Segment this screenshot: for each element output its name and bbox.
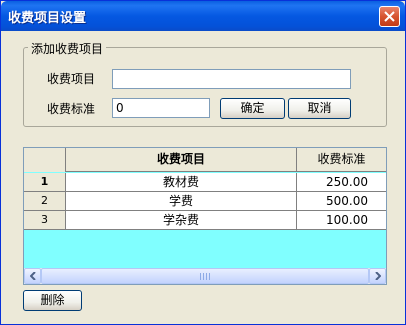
cancel-button[interactable]: 取消 [288,98,351,119]
window-title: 收费项目设置 [8,11,87,26]
standard-label: 收费标准 [47,102,96,116]
row-number[interactable]: 2 [24,192,66,210]
grid-header: 收费项目 收费标准 [24,148,386,172]
grip-icon [200,273,210,280]
title-bar[interactable]: 收费项目设置 [1,1,405,31]
fee-grid[interactable]: 收费项目 收费标准 1 教材费 250.00 2 学费 500.00 3 学杂费… [23,147,387,285]
cell-item[interactable]: 学杂费 [66,211,297,229]
table-row[interactable]: 3 学杂费 100.00 [24,211,386,230]
row-number[interactable]: 1 [24,173,66,191]
cell-item[interactable]: 教材费 [66,173,297,191]
column-header-standard[interactable]: 收费标准 [297,148,386,172]
item-label: 收费项目 [47,72,96,86]
cell-item[interactable]: 学费 [66,192,297,210]
horizontal-scrollbar[interactable] [24,268,386,284]
arrow-left-icon [30,272,36,280]
close-icon [384,11,395,22]
close-button[interactable] [379,6,400,27]
confirm-button[interactable]: 确定 [220,98,285,119]
dialog-window: 收费项目设置 添加收费项目 收费项目 收费标准 0 确定 取消 收费项目 收费标… [0,0,406,325]
arrow-right-icon [375,272,381,280]
group-legend: 添加收费项目 [28,40,107,57]
standard-input[interactable]: 0 [112,98,210,118]
grid-corner [24,148,66,172]
item-input[interactable] [112,69,351,89]
scroll-thumb[interactable] [41,268,369,284]
table-row[interactable]: 1 教材费 250.00 [24,173,386,192]
scroll-right-button[interactable] [369,268,386,284]
row-number[interactable]: 3 [24,211,66,229]
scroll-left-button[interactable] [24,268,41,284]
cell-standard[interactable]: 500.00 [297,192,386,210]
delete-button[interactable]: 删除 [23,290,82,311]
cell-standard[interactable]: 250.00 [297,173,386,191]
table-row[interactable]: 2 学费 500.00 [24,192,386,211]
column-header-item[interactable]: 收费项目 [66,148,297,172]
cell-standard[interactable]: 100.00 [297,211,386,229]
